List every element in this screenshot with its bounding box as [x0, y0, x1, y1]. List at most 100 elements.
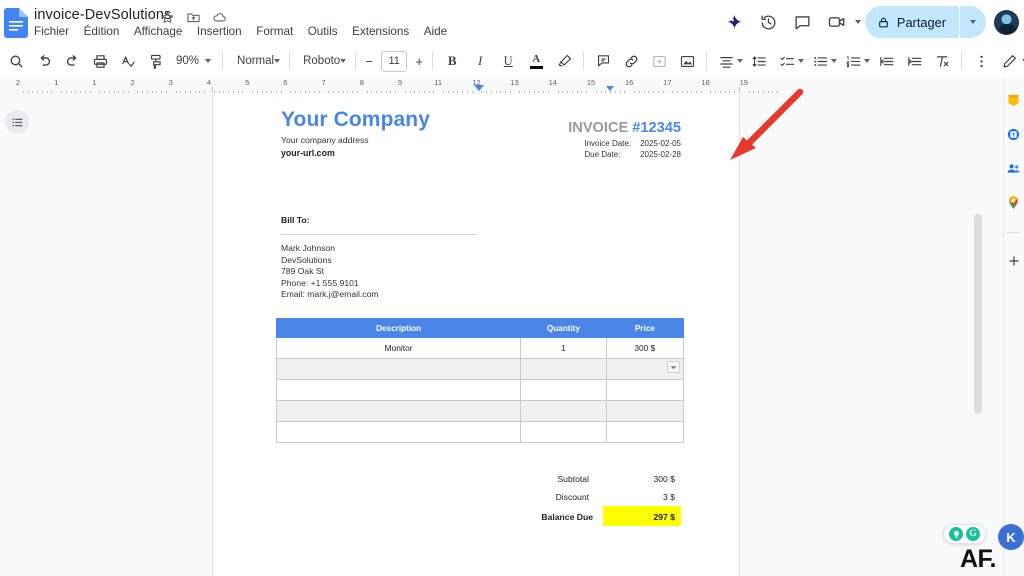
share-button[interactable]: Partager	[864, 6, 959, 38]
ruler[interactable]: 2 1 1 2 3 4 5 6 7 8 9 11 12 13 14 15 16 17 18 19	[0, 78, 1003, 94]
decrease-font-size-button[interactable]: −	[361, 50, 377, 72]
spelling-check-icon[interactable]	[114, 47, 142, 75]
numbered-list-icon[interactable]	[839, 47, 867, 75]
paragraph-style-selector[interactable]: Normal	[228, 48, 284, 74]
italic-icon[interactable]: I	[466, 47, 494, 75]
ruler-number: 6	[283, 78, 288, 87]
align-icon[interactable]	[712, 47, 740, 75]
ruler-tick	[275, 90, 277, 93]
menu-item-insertion[interactable]: Insertion	[196, 25, 243, 38]
more-options-icon[interactable]	[967, 47, 995, 75]
menu-item-format[interactable]: Format	[255, 25, 294, 38]
cell-description[interactable]	[275, 358, 522, 380]
menu-item-aide[interactable]: Aide	[423, 25, 448, 38]
increase-font-size-button[interactable]: +	[411, 50, 427, 72]
line-items-table[interactable]: Description Quantity Price Monitor 1 300…	[275, 318, 685, 443]
table-row[interactable]	[275, 358, 685, 380]
share-dropdown-button[interactable]	[960, 6, 986, 38]
ruler-right-indent-marker[interactable]	[606, 86, 614, 91]
clear-formatting-icon[interactable]	[928, 47, 956, 75]
bulleted-list-icon[interactable]	[806, 47, 834, 75]
meet-icon[interactable]	[820, 5, 854, 39]
cell-price[interactable]	[605, 400, 685, 422]
calendar-icon[interactable]	[1005, 126, 1022, 143]
toolbar-divider	[222, 52, 224, 70]
cell-quantity[interactable]	[520, 358, 607, 380]
table-row[interactable]	[275, 400, 685, 422]
increase-indent-icon[interactable]	[900, 47, 928, 75]
cell-quantity[interactable]	[520, 379, 607, 401]
checklist-icon[interactable]	[773, 47, 801, 75]
search-icon[interactable]	[2, 47, 30, 75]
insert-link-icon[interactable]	[617, 47, 645, 75]
totals-block: Subtotal 300 $ Discount 3 $ Balance Due …	[541, 470, 681, 526]
insert-image-icon[interactable]	[673, 47, 701, 75]
ruler-tick	[127, 90, 129, 93]
underline-icon[interactable]: U	[494, 47, 522, 75]
cell-price[interactable]: 300 $	[605, 337, 685, 359]
vertical-scrollbar[interactable]	[974, 214, 982, 414]
meet-dropdown-caret-icon[interactable]	[854, 20, 861, 24]
show-document-outline-button[interactable]	[5, 110, 29, 134]
cell-price[interactable]	[605, 379, 685, 401]
zoom-selector[interactable]: 90%	[170, 48, 217, 74]
undo-icon[interactable]	[30, 47, 58, 75]
font-family-selector[interactable]: Roboto	[295, 48, 350, 74]
insert-drawing-icon[interactable]	[645, 47, 673, 75]
cell-description[interactable]	[275, 421, 522, 443]
table-row[interactable]: Monitor 1 300 $	[275, 337, 685, 359]
grammarly-logo-icon[interactable]: G	[966, 527, 980, 541]
menu-item-affichage[interactable]: Affichage	[133, 25, 184, 38]
grammarly-suggestion-icon[interactable]	[949, 527, 963, 541]
grammarly-widget[interactable]: G	[943, 524, 986, 544]
cloud-saved-icon[interactable]	[212, 10, 227, 25]
table-row[interactable]	[275, 421, 685, 443]
maps-icon[interactable]	[1005, 194, 1022, 211]
menu-item-fichier[interactable]: Fichier	[33, 25, 70, 38]
checklist-dropdown-caret-icon[interactable]	[798, 59, 805, 63]
insert-comment-icon[interactable]	[589, 47, 617, 75]
comment-icon[interactable]	[786, 5, 820, 39]
decrease-indent-icon[interactable]	[872, 47, 900, 75]
numbered-list-dropdown-caret-icon[interactable]	[864, 59, 871, 63]
highlight-color-icon[interactable]	[550, 47, 578, 75]
cell-dropdown-button[interactable]	[667, 361, 680, 373]
menu-item-edition[interactable]: Édition	[83, 25, 121, 38]
bulleted-list-dropdown-caret-icon[interactable]	[831, 59, 838, 63]
redo-icon[interactable]	[58, 47, 86, 75]
menu-item-outils[interactable]: Outils	[307, 25, 339, 38]
align-dropdown-caret-icon[interactable]	[737, 59, 744, 63]
ruler-left-indent-marker[interactable]	[474, 85, 484, 91]
editing-mode-icon[interactable]	[995, 47, 1023, 75]
star-icon[interactable]	[160, 10, 175, 25]
cell-description[interactable]: Monitor	[275, 337, 522, 359]
line-spacing-icon[interactable]	[745, 47, 773, 75]
add-apps-icon[interactable]	[1005, 252, 1022, 269]
menu-item-extensions[interactable]: Extensions	[351, 25, 410, 38]
cell-quantity[interactable]	[520, 400, 607, 422]
cell-description[interactable]	[275, 379, 522, 401]
table-row[interactable]	[275, 379, 685, 401]
cell-price[interactable]	[605, 421, 685, 443]
google-docs-logo-icon[interactable]	[4, 8, 28, 38]
gemini-icon[interactable]	[718, 5, 752, 39]
cell-quantity[interactable]: 1	[520, 337, 607, 359]
print-icon[interactable]	[86, 47, 114, 75]
floating-action-chip[interactable]: K	[998, 524, 1024, 550]
text-color-icon[interactable]: A	[522, 47, 550, 75]
cell-quantity[interactable]	[520, 421, 607, 443]
move-to-folder-icon[interactable]	[186, 10, 201, 25]
contacts-icon[interactable]	[1005, 160, 1022, 177]
version-history-icon[interactable]	[752, 5, 786, 39]
cell-description[interactable]	[275, 400, 522, 422]
document-page[interactable]: Your Company Your company address your-u…	[212, 94, 740, 576]
font-size-input[interactable]: 11	[381, 50, 408, 72]
scrollbar-thumb[interactable]	[974, 214, 982, 414]
meet-button-group[interactable]	[820, 5, 861, 39]
document-title[interactable]: invoice-DevSolutions	[34, 7, 171, 23]
bold-icon[interactable]: B	[438, 47, 466, 75]
user-avatar[interactable]	[994, 9, 1019, 35]
keep-icon[interactable]	[1005, 92, 1022, 109]
paint-format-icon[interactable]	[142, 47, 170, 75]
ruler-tick	[719, 90, 721, 93]
